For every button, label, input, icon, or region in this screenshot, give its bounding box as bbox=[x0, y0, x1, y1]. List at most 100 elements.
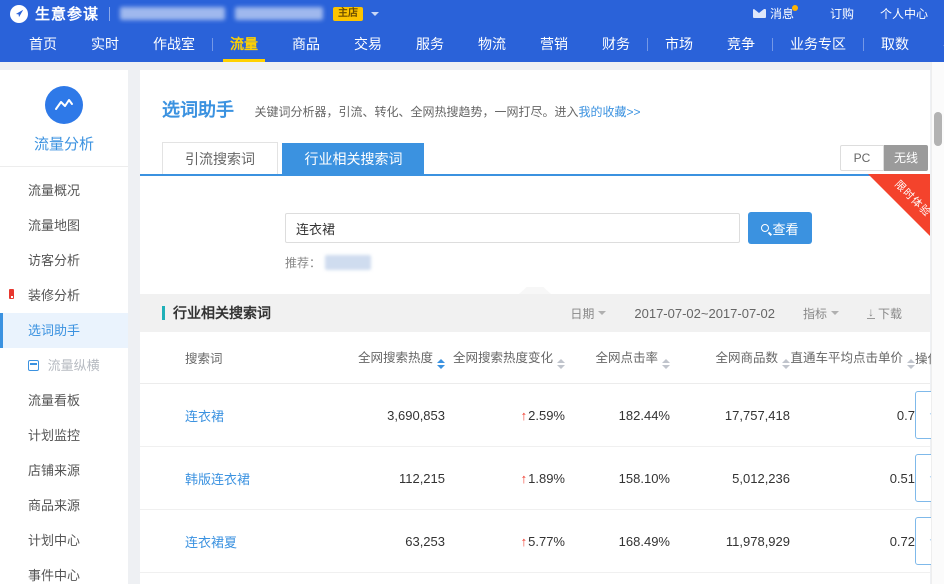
nav-item-war-room[interactable]: 作战室 bbox=[136, 27, 212, 62]
recommend-label: 推荐： bbox=[285, 254, 321, 271]
page-head: 选词助手 关键词分析器，引流、转化、全网热搜趋势，一网打尽。进入我的收藏>> bbox=[140, 70, 930, 122]
collapse-handle[interactable] bbox=[519, 287, 551, 294]
cpc-value: 0.51 bbox=[790, 471, 915, 486]
nav-item-competition[interactable]: 竞争 bbox=[710, 27, 772, 62]
main-nav: 首页 实时 作战室 流量 商品 交易 服务 物流 营销 财务 市场 竞争 业务专… bbox=[0, 27, 944, 62]
keyword-link[interactable]: 连衣裙 bbox=[140, 406, 335, 425]
sidebar-item-decoration-analysis[interactable]: 装修分析 bbox=[0, 278, 128, 313]
nav-item-academy[interactable]: 学院 bbox=[926, 27, 944, 62]
chevron-down-icon bbox=[831, 311, 839, 319]
ctr-value: 182.44% bbox=[565, 408, 670, 423]
nav-item-data-fetch[interactable]: 取数 bbox=[864, 27, 926, 62]
keyword-link[interactable]: 连衣裙夏 bbox=[140, 532, 335, 551]
page-desc-text: 关键词分析器，引流、转化、全网热搜趋势，一网打尽。进入 bbox=[254, 105, 578, 119]
sidebar-item-traffic-overview[interactable]: 流量概况 bbox=[0, 173, 128, 208]
keyword-link[interactable]: 韩版连衣裙 bbox=[140, 469, 335, 488]
sidebar-item-shop-source[interactable]: 店铺来源 bbox=[0, 453, 128, 488]
nav-item-realtime[interactable]: 实时 bbox=[74, 27, 136, 62]
nav-item-product[interactable]: 商品 bbox=[275, 27, 337, 62]
search-icon bbox=[761, 224, 769, 232]
sidebar-item-label: 装修分析 bbox=[28, 288, 80, 303]
keyword-search-row: 查看 bbox=[285, 212, 930, 244]
header-heat-change[interactable]: 全网搜索热度变化 bbox=[445, 347, 565, 369]
sort-icon[interactable] bbox=[437, 359, 445, 369]
messages-link[interactable]: 消息 bbox=[753, 5, 804, 22]
shop-switch-chevron-icon[interactable] bbox=[371, 12, 379, 20]
nav-item-finance[interactable]: 财务 bbox=[585, 27, 647, 62]
sidebar-item-plan-center[interactable]: 计划中心 bbox=[0, 523, 128, 558]
table-row: 连衣裙夏 63,253 ↑5.77% 168.49% 11,978,929 0.… bbox=[140, 510, 930, 573]
keyword-input[interactable] bbox=[285, 213, 740, 243]
download-button[interactable]: 下载 bbox=[867, 305, 902, 322]
scrollbar-thumb[interactable] bbox=[934, 112, 942, 146]
tab-industry-related-search-words[interactable]: 行业相关搜索词 bbox=[282, 143, 424, 175]
sidebar-item-event-center[interactable]: 事件中心 bbox=[0, 558, 128, 584]
view-button-label: 查看 bbox=[772, 219, 798, 238]
header-label: 全网搜索热度 bbox=[358, 351, 433, 365]
header-product-count[interactable]: 全网商品数 bbox=[670, 347, 790, 369]
sidebar-item-traffic-dashboard[interactable]: 流量看板 bbox=[0, 383, 128, 418]
header-label: 直通车平均点击单价 bbox=[790, 351, 903, 365]
sidebar-item-plan-monitor[interactable]: 计划监控 bbox=[0, 418, 128, 453]
nav-item-marketing[interactable]: 营销 bbox=[523, 27, 585, 62]
change-value: ↑5.77% bbox=[445, 534, 565, 549]
nav-item-service[interactable]: 服务 bbox=[399, 27, 461, 62]
header-search-heat[interactable]: 全网搜索热度 bbox=[335, 347, 445, 369]
notification-dot bbox=[792, 5, 798, 11]
header-label: 全网商品数 bbox=[715, 351, 778, 365]
toggle-wireless-button[interactable]: 无线 bbox=[884, 145, 928, 171]
section-title: 行业相关搜索词 bbox=[173, 303, 271, 323]
page-description: 关键词分析器，引流、转化、全网热搜趋势，一网打尽。进入我的收藏>> bbox=[254, 105, 640, 119]
sycm-logo-icon bbox=[10, 5, 28, 23]
change-text: 2.59% bbox=[528, 408, 565, 423]
sidebar-item-traffic-map[interactable]: 流量地图 bbox=[0, 208, 128, 243]
view-button[interactable]: 查看 bbox=[748, 212, 812, 244]
date-dropdown-label: 日期 bbox=[570, 305, 594, 322]
toggle-pc-button[interactable]: PC bbox=[840, 145, 884, 171]
personal-center-link[interactable]: 个人中心 bbox=[880, 5, 928, 22]
promo-ribbon[interactable]: 限时体验 bbox=[868, 174, 930, 236]
my-favorites-link[interactable]: 我的收藏>> bbox=[578, 105, 640, 119]
subscribe-link[interactable]: 订购 bbox=[830, 5, 854, 22]
nav-item-traffic[interactable]: 流量 bbox=[213, 27, 275, 62]
table-row: 连衣裙 3,690,853 ↑2.59% 182.44% 17,757,418 … bbox=[140, 384, 930, 447]
header-ctr[interactable]: 全网点击率 bbox=[565, 347, 670, 369]
main-content: 选词助手 关键词分析器，引流、转化、全网热搜趋势，一网打尽。进入我的收藏>> 引… bbox=[140, 70, 930, 584]
ctr-value: 158.10% bbox=[565, 471, 670, 486]
metric-dropdown-label: 指标 bbox=[803, 305, 827, 322]
sidebar-item-word-selection-assistant[interactable]: 选词助手 bbox=[0, 313, 128, 348]
recommend-row: 推荐： bbox=[285, 254, 930, 270]
top-bar: 生意参谋 主店 消息 订购 个人中心 bbox=[0, 0, 944, 27]
shop-name-blurred bbox=[120, 7, 225, 20]
section-marker bbox=[162, 306, 165, 320]
sidebar-item-product-source[interactable]: 商品来源 bbox=[0, 488, 128, 523]
cpc-value: 0.7 bbox=[790, 408, 915, 423]
sort-icon[interactable] bbox=[557, 359, 565, 369]
download-label: 下载 bbox=[878, 305, 902, 322]
recommend-keyword-blurred[interactable] bbox=[325, 255, 371, 270]
sidebar-item-visitor-analysis[interactable]: 访客分析 bbox=[0, 243, 128, 278]
sidebar-item-traffic-matrix[interactable]: 流量纵横 bbox=[0, 348, 128, 383]
date-dropdown[interactable]: 日期 bbox=[570, 305, 606, 322]
sidebar-menu: 流量概况 流量地图 访客分析 装修分析 选词助手 流量纵横 流量看板 计划监控 … bbox=[0, 173, 128, 584]
date-range-value[interactable]: 2017-07-02~2017-07-02 bbox=[634, 306, 775, 321]
sort-icon[interactable] bbox=[782, 359, 790, 369]
up-arrow-icon: ↑ bbox=[521, 408, 528, 423]
change-value: ↑2.59% bbox=[445, 408, 565, 423]
topbar-divider bbox=[109, 7, 110, 21]
header-cpc[interactable]: 直通车平均点击单价 bbox=[790, 347, 915, 369]
sort-icon[interactable] bbox=[662, 359, 670, 369]
heat-value: 63,253 bbox=[335, 534, 445, 549]
nav-item-logistics[interactable]: 物流 bbox=[461, 27, 523, 62]
vertical-scrollbar[interactable] bbox=[931, 62, 944, 584]
metric-dropdown[interactable]: 指标 bbox=[803, 305, 839, 322]
nav-item-business-zone[interactable]: 业务专区 bbox=[773, 27, 863, 62]
nav-item-trade[interactable]: 交易 bbox=[337, 27, 399, 62]
sort-icon[interactable] bbox=[907, 359, 915, 369]
sidebar-module-head: 流量分析 bbox=[0, 70, 128, 167]
nav-item-market[interactable]: 市场 bbox=[648, 27, 710, 62]
ctr-value: 168.49% bbox=[565, 534, 670, 549]
tab-referral-search-words[interactable]: 引流搜索词 bbox=[162, 142, 278, 174]
change-value: ↑1.89% bbox=[445, 471, 565, 486]
nav-item-home[interactable]: 首页 bbox=[12, 27, 74, 62]
